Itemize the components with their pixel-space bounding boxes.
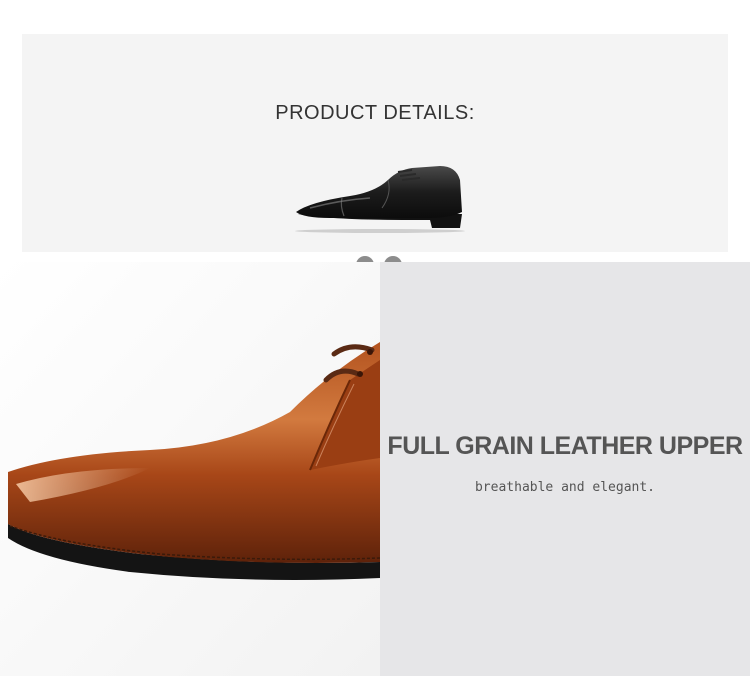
product-details-panel: PRODUCT DETAILS: <box>22 34 728 274</box>
black-oxford-shoe-image <box>295 166 465 233</box>
brown-leather-shoe-closeup-image <box>0 262 380 676</box>
feature-subtitle: breathable and elegant. <box>474 480 655 495</box>
feature-title: FULL GRAIN LEATHER UPPER <box>387 432 743 460</box>
product-details-title: PRODUCT DETAILS: <box>275 102 475 124</box>
feature-panel: FULL GRAIN LEATHER UPPER breathable and … <box>380 262 750 676</box>
